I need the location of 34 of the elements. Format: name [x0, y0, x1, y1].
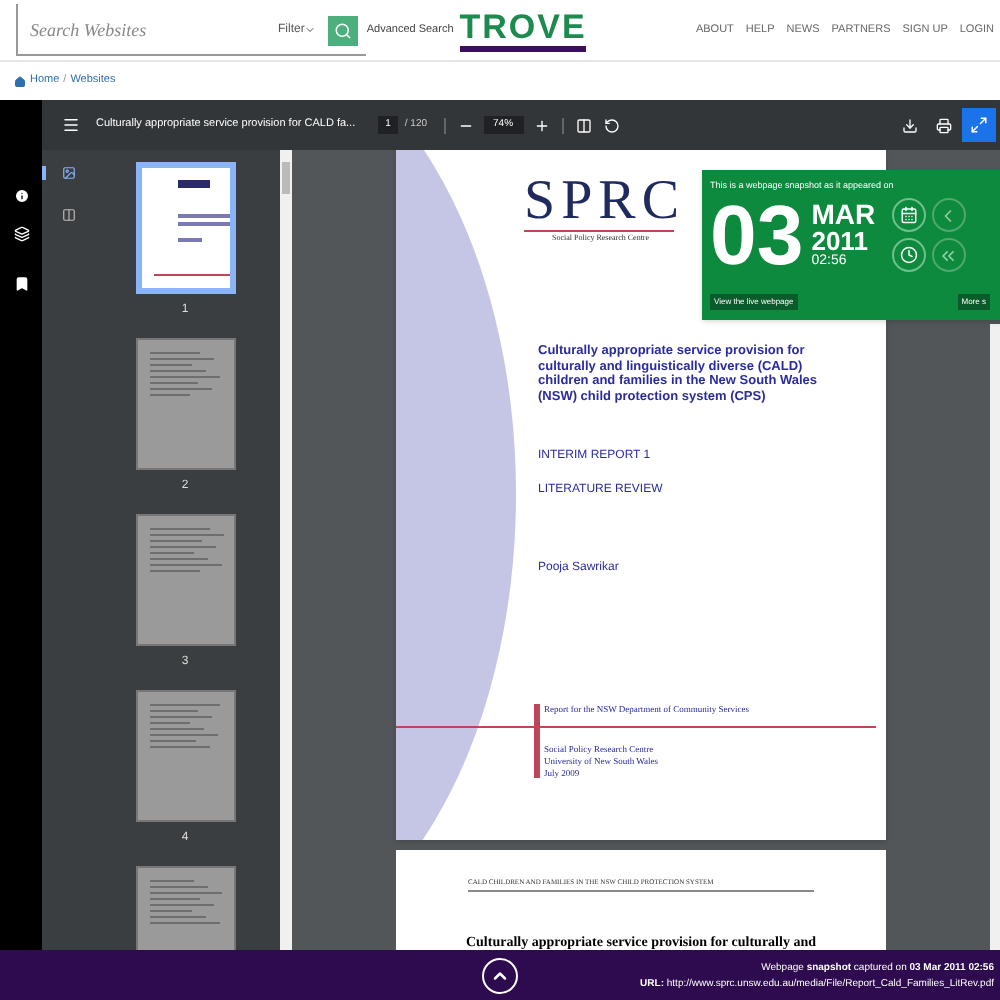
home-icon: [14, 75, 26, 87]
calendar-icon: [899, 206, 918, 225]
caret-icon: [304, 24, 317, 36]
snapshot-month: MAR: [811, 200, 876, 229]
rotate-icon[interactable]: [603, 117, 620, 133]
menu-icon[interactable]: [62, 116, 80, 134]
double-chevron-left-icon: [938, 245, 959, 266]
page-thumbnail[interactable]: [135, 690, 235, 822]
snapshot-year: 2011: [811, 228, 870, 255]
bookmark-icon[interactable]: [13, 276, 29, 292]
clock-icon: [899, 246, 918, 265]
scrollbar[interactable]: [280, 150, 292, 950]
print-icon[interactable]: [936, 117, 952, 133]
expand-icon: [970, 116, 988, 134]
page-thumbnail[interactable]: [135, 162, 235, 294]
search-button[interactable]: [328, 15, 359, 45]
fullscreen-button[interactable]: [962, 108, 996, 142]
info-icon[interactable]: [13, 188, 29, 204]
columns-icon: [61, 208, 75, 222]
layers-icon[interactable]: [13, 226, 29, 242]
search-icon: [334, 21, 353, 39]
download-icon[interactable]: [902, 117, 918, 133]
clock-button[interactable]: [891, 238, 926, 273]
trove-logo[interactable]: TROVE: [459, 9, 587, 51]
page-thumbnail[interactable]: [135, 514, 235, 646]
page-thumbnail[interactable]: [135, 338, 235, 470]
zoom-in-icon[interactable]: [533, 117, 550, 133]
snapshot-day: 03: [710, 197, 804, 274]
scroll-up-button[interactable]: [482, 957, 518, 993]
calendar-button[interactable]: [891, 198, 926, 233]
sprc-logo: SPRC: [524, 174, 685, 230]
scrollbar[interactable]: [990, 324, 1000, 950]
image-icon: [61, 166, 75, 180]
fit-page-icon[interactable]: [575, 117, 592, 133]
